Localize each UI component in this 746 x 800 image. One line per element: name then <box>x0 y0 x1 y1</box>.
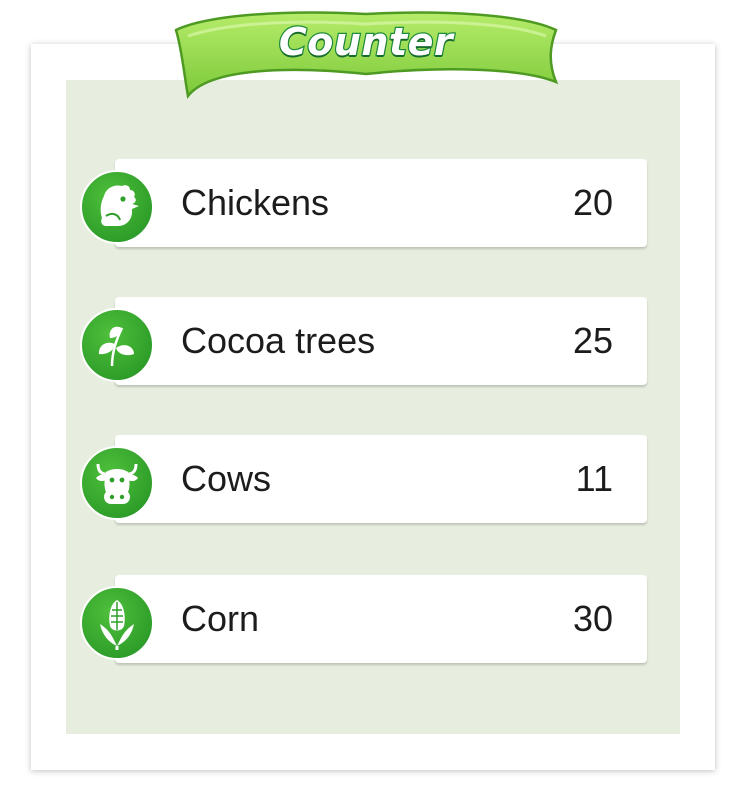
cocoa-leaf-icon <box>80 308 154 382</box>
item-count: 25 <box>572 320 613 361</box>
list-item-corn[interactable]: Corn 30 <box>115 575 647 663</box>
title-banner: Counter <box>170 6 562 102</box>
counter-screen: Counter Chickens 20 Cocoa trees 25 Cows … <box>0 0 746 800</box>
corn-icon <box>80 586 154 660</box>
item-label: Chickens <box>181 182 330 223</box>
item-count: 11 <box>575 458 613 499</box>
chicken-icon <box>80 170 154 244</box>
page-title: Counter <box>278 19 454 66</box>
list-item-cocoa-trees[interactable]: Cocoa trees 25 <box>115 297 647 385</box>
item-label: Cows <box>181 458 272 499</box>
item-count: 20 <box>572 182 613 223</box>
item-count: 30 <box>572 598 613 639</box>
list-item-chickens[interactable]: Chickens 20 <box>115 159 647 247</box>
item-label: Corn <box>181 598 260 639</box>
item-label: Cocoa trees <box>181 320 376 361</box>
list-item-cows[interactable]: Cows 11 <box>115 435 647 523</box>
cow-icon <box>80 446 154 520</box>
